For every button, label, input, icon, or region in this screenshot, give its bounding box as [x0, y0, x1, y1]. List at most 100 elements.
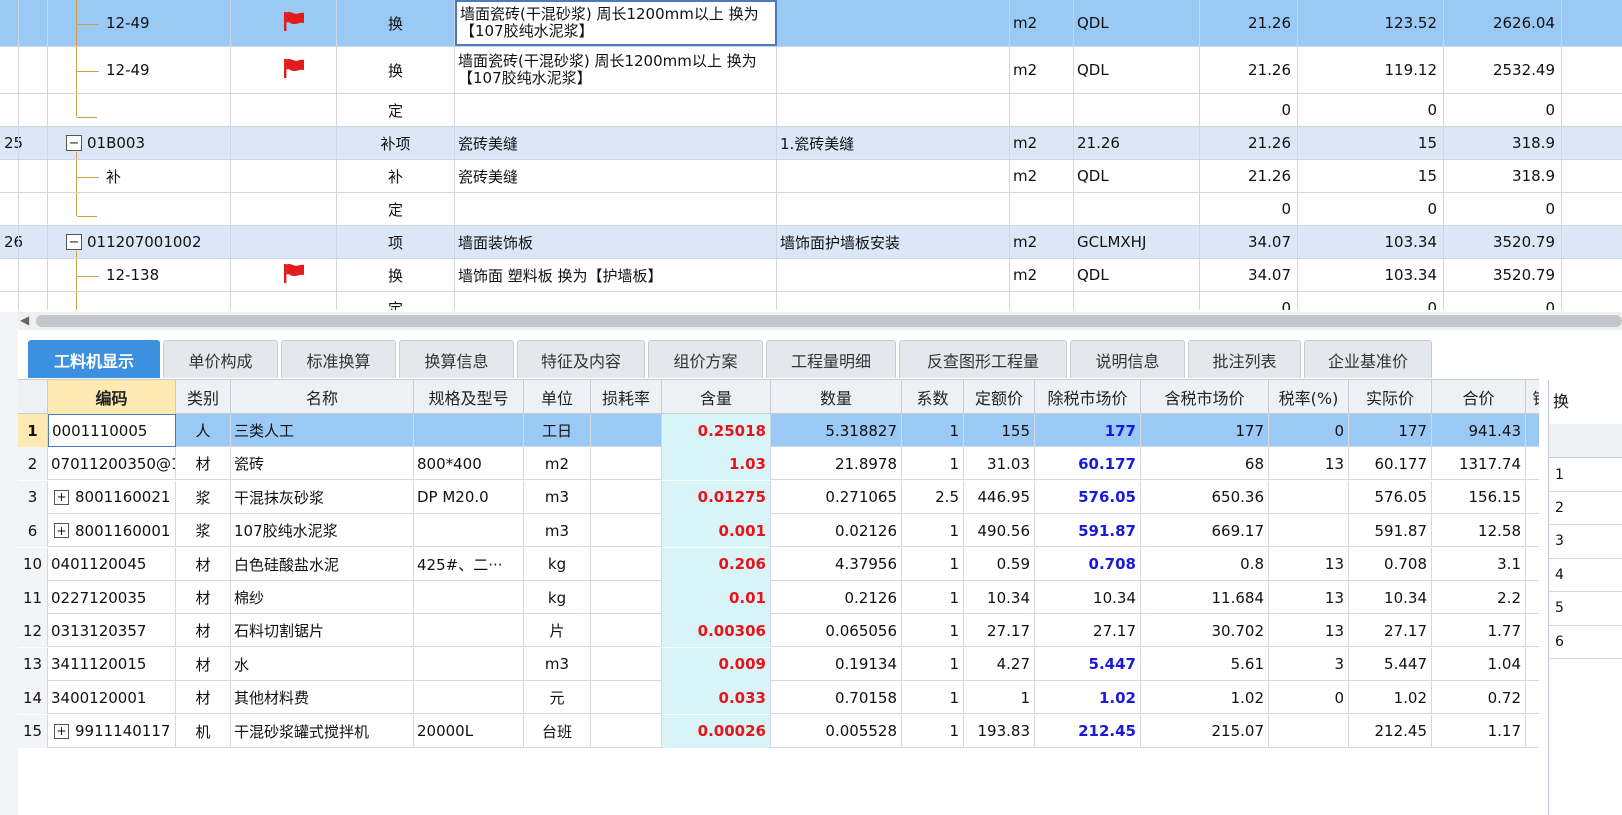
budget-cell-unit[interactable]: [1010, 292, 1074, 310]
resource-cell-total[interactable]: 12.58: [1432, 514, 1526, 548]
budget-cell-price[interactable]: 123.52: [1298, 0, 1444, 46]
resource-cell-content[interactable]: 0.00306: [662, 614, 771, 648]
resource-cell-market[interactable]: 27.17: [1035, 614, 1141, 648]
resource-cell-qty[interactable]: 0.271065: [771, 480, 902, 514]
resource-cell-spec[interactable]: DP M20.0: [414, 480, 524, 514]
resource-cell-quota[interactable]: 0.59: [964, 547, 1035, 581]
resource-cell-quota[interactable]: 155: [964, 414, 1035, 447]
budget-cell-expr[interactable]: QDL: [1074, 0, 1200, 46]
resource-cell-coef[interactable]: 2.5: [902, 480, 964, 514]
resource-cell-actual[interactable]: 0.708: [1349, 547, 1432, 581]
resource-cell-unit[interactable]: 片: [524, 614, 591, 648]
budget-cell-unit[interactable]: m2: [1010, 226, 1074, 258]
resource-row[interactable]: 10 0401120045 材 白色硅酸盐水泥 425#、二··· kg 0.206 4.37…: [18, 547, 1539, 581]
resource-cell-spec[interactable]: 425#、二···: [414, 547, 524, 581]
resource-cell-taxmarket[interactable]: 68: [1141, 447, 1269, 481]
budget-cell-type[interactable]: 定: [337, 292, 455, 310]
budget-cell-type[interactable]: 项: [337, 226, 455, 258]
budget-row[interactable]: 定 0 0 0: [0, 193, 1622, 226]
resource-cell-market[interactable]: 10.34: [1035, 581, 1141, 614]
budget-cell-name[interactable]: 墙面装饰板: [455, 226, 777, 258]
resource-cell-loss[interactable]: [591, 514, 662, 548]
budget-cell-code[interactable]: −011207001002: [48, 226, 231, 258]
budget-cell-total[interactable]: 3520.79: [1444, 259, 1562, 291]
budget-cell-expr[interactable]: QDL: [1074, 47, 1200, 93]
resource-cell-spec[interactable]: [414, 614, 524, 648]
resource-cell-actual[interactable]: 60.177: [1349, 447, 1432, 481]
resource-cell-loss[interactable]: [591, 547, 662, 581]
budget-cell-unit[interactable]: m2: [1010, 259, 1074, 291]
budget-cell-price[interactable]: 0: [1298, 94, 1444, 126]
resource-cell-qty[interactable]: 0.065056: [771, 614, 902, 648]
budget-cell-type[interactable]: 定: [337, 193, 455, 225]
resource-cell-name[interactable]: 干混抹灰砂浆: [231, 480, 414, 514]
resource-cell-qty[interactable]: 21.8978: [771, 447, 902, 481]
budget-cell-feature[interactable]: [777, 193, 1010, 225]
budget-cell-num[interactable]: [0, 259, 48, 291]
resource-cell-loss[interactable]: [591, 647, 662, 681]
resource-cell-total[interactable]: 1.77: [1432, 614, 1526, 648]
budget-cell-expr[interactable]: QDL: [1074, 259, 1200, 291]
budget-cell-expr[interactable]: GCLMXHJ: [1074, 226, 1200, 258]
budget-cell-num[interactable]: [0, 94, 48, 126]
budget-cell-num[interactable]: [0, 160, 48, 192]
budget-cell-type[interactable]: 定: [337, 94, 455, 126]
budget-cell-unit[interactable]: m2: [1010, 127, 1074, 159]
budget-cell-num[interactable]: [0, 47, 48, 93]
resource-cell-market[interactable]: 60.177: [1035, 447, 1141, 481]
column-header-total[interactable]: 合价: [1432, 380, 1526, 414]
budget-cell-unit[interactable]: [1010, 193, 1074, 225]
budget-cell-feature[interactable]: [777, 259, 1010, 291]
resource-cell-content[interactable]: 0.001: [662, 514, 771, 548]
resource-cell-cat[interactable]: 材: [176, 681, 231, 715]
resource-row[interactable]: 14 3400120001 材 其他材料费 元 0.033 0.70158 1 1 1.02 1.0…: [18, 681, 1539, 715]
column-header-spec[interactable]: 规格及型号: [414, 380, 524, 414]
budget-cell-qty[interactable]: 21.26: [1200, 160, 1298, 192]
resource-cell-content[interactable]: 1.03: [662, 447, 771, 481]
budget-cell-total[interactable]: 3520.79: [1444, 226, 1562, 258]
tab-6[interactable]: 工程量明细: [766, 340, 896, 378]
resource-row[interactable]: 12 0313120357 材 石料切割锯片 片 0.00306 0.065056 1 27.1…: [18, 614, 1539, 648]
budget-cell-num[interactable]: [0, 292, 48, 310]
tab-0[interactable]: 工料机显示: [28, 340, 160, 378]
resource-cell-coef[interactable]: 1: [902, 447, 964, 481]
resource-cell-cat[interactable]: 人: [176, 414, 231, 447]
resource-cell-quota[interactable]: 31.03: [964, 447, 1035, 481]
resource-cell-loss[interactable]: [591, 447, 662, 481]
resource-cell-spec[interactable]: [414, 647, 524, 681]
resource-cell-unit[interactable]: m2: [524, 447, 591, 481]
resource-cell-coef[interactable]: 1: [902, 714, 964, 748]
resource-cell-unit[interactable]: kg: [524, 547, 591, 581]
budget-cell-name[interactable]: [455, 94, 777, 126]
resource-cell-code[interactable]: 3400120001: [48, 681, 176, 715]
budget-cell-total[interactable]: 318.9: [1444, 160, 1562, 192]
right-panel-row[interactable]: 3: [1549, 525, 1622, 559]
budget-cell-qty[interactable]: 21.26: [1200, 127, 1298, 159]
resource-cell-spec[interactable]: [414, 681, 524, 715]
budget-row[interactable]: 12-49 换 墙面瓷砖(干混砂浆) 周长1200mm以上 换为【107胶纯水泥浆】…: [0, 0, 1622, 47]
resource-cell-loss[interactable]: [591, 614, 662, 648]
resource-cell-unit[interactable]: m3: [524, 647, 591, 681]
expand-toggle-icon[interactable]: +: [54, 523, 69, 539]
resource-cell-total[interactable]: 3.1: [1432, 547, 1526, 581]
resource-cell-quota[interactable]: 27.17: [964, 614, 1035, 648]
resource-cell-taxmarket[interactable]: 1.02: [1141, 681, 1269, 715]
scrollbar-thumb[interactable]: [36, 315, 1622, 327]
resource-cell-qty[interactable]: 0.2126: [771, 581, 902, 614]
resource-cell-tax[interactable]: 13: [1269, 614, 1349, 648]
resource-row[interactable]: 2 07011200350@1 材瓷砖 800*400 m2 1.03 21.8978 1 31…: [18, 447, 1539, 481]
resource-cell-tax[interactable]: 13: [1269, 547, 1349, 581]
resource-cell-name[interactable]: 瓷砖: [231, 447, 414, 481]
resource-cell-unit[interactable]: 台班: [524, 714, 591, 748]
resource-cell-taxmarket[interactable]: 5.61: [1141, 647, 1269, 681]
budget-cell-total[interactable]: 0: [1444, 292, 1562, 310]
resource-cell-total[interactable]: 0.72: [1432, 681, 1526, 715]
budget-cell-price[interactable]: 15: [1298, 160, 1444, 192]
resource-cell-unit[interactable]: m3: [524, 514, 591, 548]
budget-cell-unit[interactable]: m2: [1010, 47, 1074, 93]
right-panel-row[interactable]: 1: [1549, 458, 1622, 492]
resource-cell-content[interactable]: 0.01275: [662, 480, 771, 514]
resource-cell-market[interactable]: 212.45: [1035, 714, 1141, 748]
resource-cell-total[interactable]: 941.43: [1432, 414, 1526, 447]
resource-cell-quota[interactable]: 4.27: [964, 647, 1035, 681]
